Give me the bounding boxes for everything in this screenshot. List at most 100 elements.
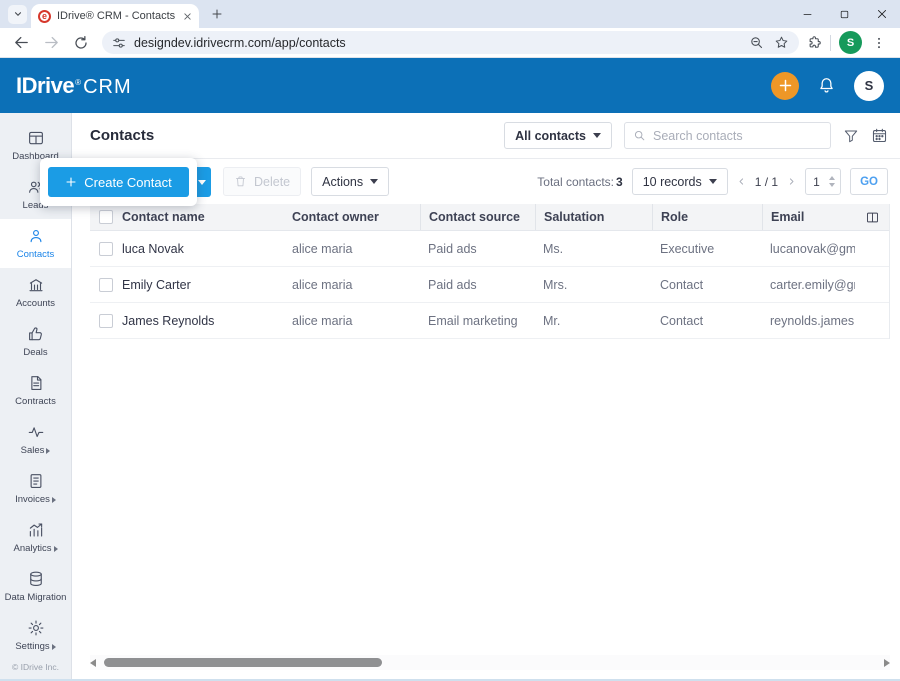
browser-tab[interactable]: e IDrive® CRM - Contacts <box>31 4 199 28</box>
maximize-button[interactable] <box>826 0 863 28</box>
registered-mark: ® <box>75 78 81 87</box>
reload-button[interactable] <box>68 31 94 55</box>
page-stepper[interactable] <box>829 176 840 187</box>
notifications-button[interactable] <box>817 76 836 95</box>
next-page-button[interactable] <box>787 176 796 187</box>
extensions-button[interactable] <box>807 35 822 50</box>
create-contact-button[interactable]: Create Contact <box>48 167 189 197</box>
zoom-out-button[interactable] <box>749 35 764 50</box>
sidebar-item-analytics[interactable]: Analytics <box>0 513 71 562</box>
filter-funnel-icon <box>843 128 859 144</box>
row-checkbox[interactable] <box>99 242 113 256</box>
actions-label: Actions <box>322 175 363 189</box>
cell-salutation: Mr. <box>535 314 652 328</box>
logo-text: IDrive <box>16 73 74 99</box>
column-header-contact-name[interactable]: Contact name <box>122 210 292 224</box>
page-number-input[interactable]: 1 <box>805 168 841 195</box>
stepper-up-icon <box>829 176 835 180</box>
cell-salutation: Ms. <box>535 242 652 256</box>
cell-contact-owner: alice maria <box>292 242 420 256</box>
table-row[interactable]: James Reynolds alice maria Email marketi… <box>90 303 889 339</box>
gear-icon <box>27 619 45 637</box>
copyright-text: © IDrive Inc. <box>0 662 71 680</box>
browser-window: e IDrive® CRM - Contacts <box>0 0 900 681</box>
browser-menu-button[interactable] <box>866 31 892 55</box>
calendar-icon <box>871 127 888 144</box>
search-input[interactable] <box>653 129 822 143</box>
row-checkbox[interactable] <box>99 278 113 292</box>
column-header-salutation[interactable]: Salutation <box>535 204 652 230</box>
go-button[interactable]: GO <box>850 168 888 195</box>
table-row[interactable]: luca Novak alice maria Paid ads Ms. Exec… <box>90 231 889 267</box>
close-window-button[interactable] <box>863 0 900 28</box>
cell-contact-source: Paid ads <box>420 242 535 256</box>
scroll-left-icon[interactable] <box>90 659 96 667</box>
cell-email: reynolds.james@gm... <box>762 314 855 328</box>
sidebar-item-contacts[interactable]: Contacts <box>0 219 71 268</box>
row-checkbox[interactable] <box>99 314 113 328</box>
stepper-down-icon <box>829 183 835 187</box>
scroll-right-icon[interactable] <box>884 659 890 667</box>
user-avatar[interactable]: S <box>854 71 884 101</box>
sidebar-item-label: Data Migration <box>5 592 67 603</box>
tab-close-button[interactable] <box>183 12 192 21</box>
sidebar-item-invoices[interactable]: Invoices <box>0 464 71 513</box>
maximize-icon <box>839 9 850 20</box>
filter-button[interactable] <box>843 128 859 144</box>
search-box[interactable] <box>624 122 831 149</box>
sidebar-item-label: Settings <box>15 641 49 652</box>
cell-contact-owner: alice maria <box>292 314 420 328</box>
prev-page-button[interactable] <box>737 176 746 187</box>
table-row[interactable]: Emily Carter alice maria Paid ads Mrs. C… <box>90 267 889 303</box>
date-view-button[interactable] <box>871 127 888 144</box>
address-bar[interactable]: designdev.idrivecrm.com/app/contacts <box>102 31 799 54</box>
column-header-email[interactable]: Email <box>762 204 855 230</box>
sidebar-item-settings[interactable]: Settings <box>0 611 71 660</box>
actions-dropdown[interactable]: Actions <box>311 167 389 196</box>
sidebar-item-data-migration[interactable]: Data Migration <box>0 562 71 611</box>
idrive-crm-logo: IDrive ® CRM <box>16 73 132 99</box>
sidebar-item-contracts[interactable]: Contracts <box>0 366 71 415</box>
select-all-checkbox[interactable] <box>99 210 113 224</box>
new-tab-button[interactable] <box>211 8 223 20</box>
cell-contact-owner: alice maria <box>292 278 420 292</box>
horizontal-scrollbar[interactable] <box>90 655 890 670</box>
create-contact-label: Create Contact <box>84 175 171 190</box>
back-button[interactable] <box>8 31 34 55</box>
total-contacts-value: 3 <box>616 175 623 189</box>
forward-button[interactable] <box>38 31 64 55</box>
quick-add-button[interactable] <box>771 72 799 100</box>
manage-columns-button[interactable] <box>855 210 889 225</box>
trash-icon <box>234 175 247 188</box>
column-header-role[interactable]: Role <box>652 204 762 230</box>
contacts-icon <box>27 227 45 245</box>
analytics-icon <box>27 521 45 539</box>
cell-contact-source: Email marketing <box>420 314 535 328</box>
site-settings-icon <box>112 36 126 50</box>
column-header-contact-owner[interactable]: Contact owner <box>292 210 420 224</box>
sidebar-item-sales[interactable]: Sales <box>0 415 71 464</box>
contacts-view-dropdown[interactable]: All contacts <box>504 122 612 149</box>
page-number-value: 1 <box>813 175 829 189</box>
scrollbar-thumb[interactable] <box>104 658 382 667</box>
records-label: 10 records <box>643 175 702 189</box>
minimize-button[interactable] <box>789 0 826 28</box>
delete-button[interactable]: Delete <box>223 167 301 196</box>
bookmark-button[interactable] <box>774 35 789 50</box>
star-icon <box>774 35 789 50</box>
browser-profile-avatar[interactable]: S <box>839 31 862 54</box>
tab-search-button[interactable] <box>8 5 27 24</box>
accounts-icon <box>27 276 45 294</box>
tab-title: IDrive® CRM - Contacts <box>57 10 177 22</box>
submenu-arrow-icon <box>52 644 56 650</box>
contracts-icon <box>27 374 45 392</box>
sidebar-item-accounts[interactable]: Accounts <box>0 268 71 317</box>
cell-contact-name[interactable]: Emily Carter <box>122 278 292 292</box>
cell-contact-name[interactable]: James Reynolds <box>122 314 292 328</box>
records-per-page-dropdown[interactable]: 10 records <box>632 168 728 195</box>
url-text: designdev.idrivecrm.com/app/contacts <box>134 36 741 50</box>
sidebar-item-deals[interactable]: Deals <box>0 317 71 366</box>
cell-contact-name[interactable]: luca Novak <box>122 242 292 256</box>
column-header-contact-source[interactable]: Contact source <box>420 204 535 230</box>
search-icon <box>633 129 646 142</box>
